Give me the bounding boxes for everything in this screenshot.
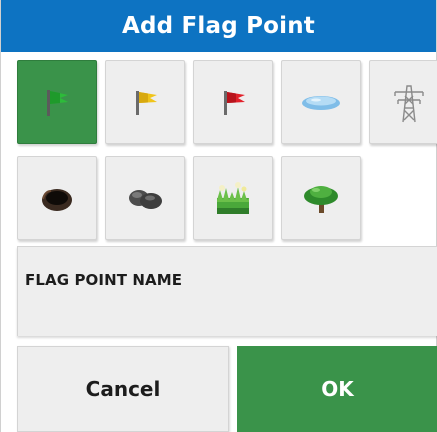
dialog-title: Add Flag Point: [1, 0, 436, 52]
flag-type-rocks[interactable]: [105, 156, 185, 240]
tree-icon: [304, 186, 338, 213]
flag-type-water[interactable]: [281, 60, 361, 144]
weeds-icon: [217, 182, 249, 214]
water-icon: [302, 96, 340, 110]
hole-icon: [42, 189, 72, 211]
red-flag-icon: [224, 91, 245, 115]
flag-type-weeds[interactable]: [193, 156, 273, 240]
flag-type-tree[interactable]: [281, 156, 361, 240]
cancel-button[interactable]: Cancel: [17, 346, 229, 432]
rocks-icon: [129, 190, 162, 209]
green-flag-icon: [47, 90, 68, 116]
yellow-flag-icon: [136, 91, 157, 115]
flag-point-name-field[interactable]: FLAG POINT NAME: [17, 246, 437, 336]
ok-button[interactable]: OK: [237, 346, 437, 432]
flag-type-red-flag[interactable]: [193, 60, 273, 144]
flag-type-hole[interactable]: [17, 156, 97, 240]
flag-type-power-pylon[interactable]: [369, 60, 437, 144]
add-flag-point-dialog: Add Flag Point FLAG POINT NAME Cancel OK: [0, 0, 437, 432]
flag-type-yellow-flag[interactable]: [105, 60, 185, 144]
flag-point-name-label: FLAG POINT NAME: [25, 271, 183, 289]
flag-type-green-flag[interactable]: [17, 60, 97, 144]
power-pylon-icon: [394, 85, 424, 123]
